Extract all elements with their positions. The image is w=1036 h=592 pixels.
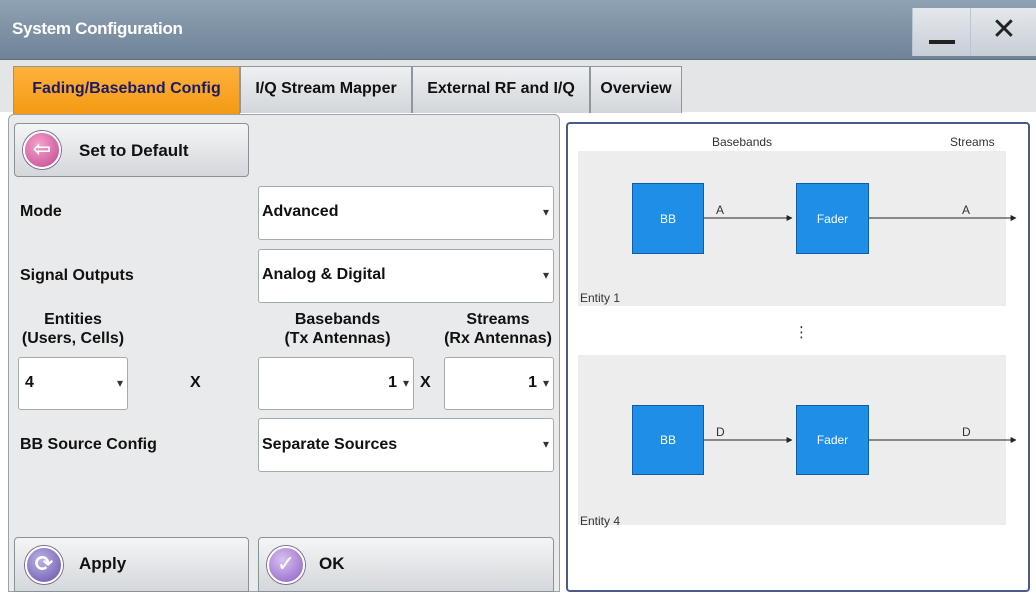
diagram-arrows	[704, 215, 1017, 443]
